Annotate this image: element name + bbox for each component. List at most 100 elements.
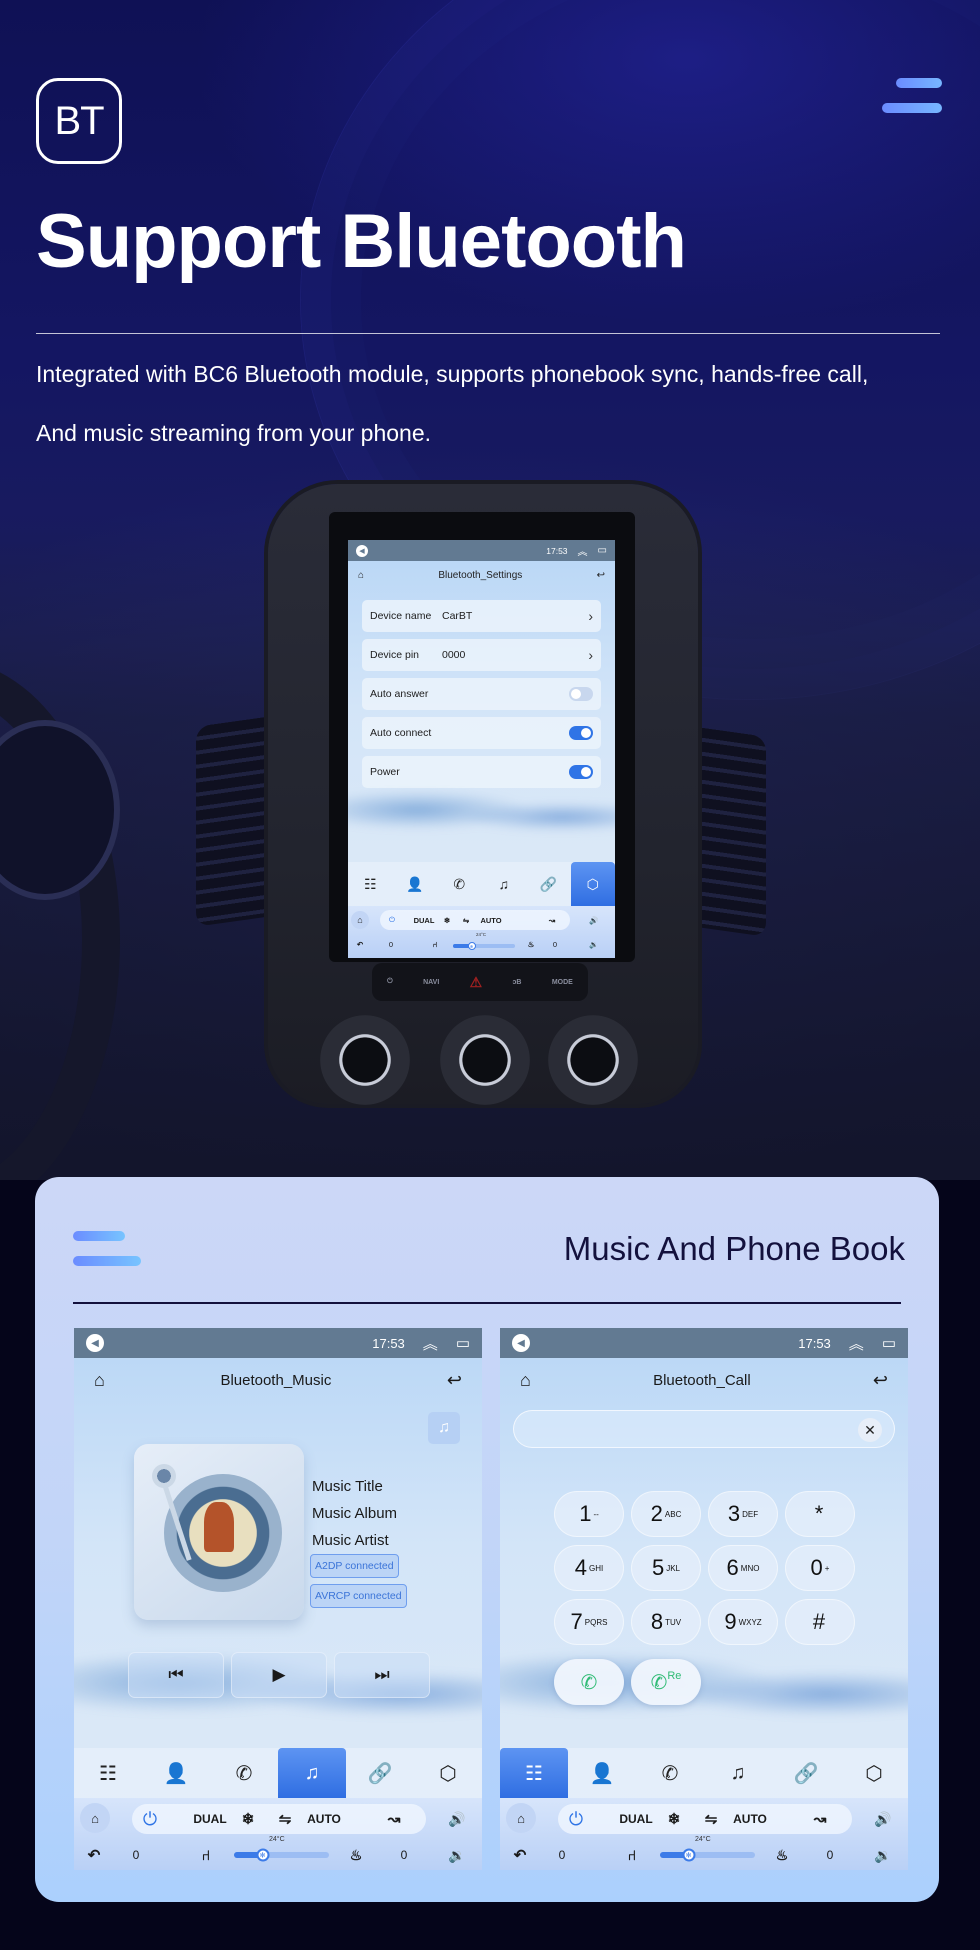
nav-settings[interactable]: ⬡ bbox=[840, 1748, 908, 1798]
nav-phone[interactable]: ✆ bbox=[636, 1748, 704, 1798]
climate-knob-right[interactable] bbox=[548, 1015, 638, 1105]
volume-down-icon[interactable]: 🔉 bbox=[870, 1840, 896, 1870]
recent-apps-icon[interactable]: ▭ bbox=[598, 545, 607, 556]
return-icon[interactable]: ↩ bbox=[597, 570, 605, 581]
back-icon[interactable]: ◀ bbox=[512, 1334, 530, 1352]
dual-button[interactable]: DUAL bbox=[616, 1804, 656, 1834]
chevron-up-double-icon[interactable]: ︽ bbox=[849, 1333, 864, 1354]
return-icon[interactable]: ↩ bbox=[447, 1370, 462, 1391]
nav-contacts[interactable]: 👤 bbox=[142, 1748, 210, 1798]
key-8[interactable]: 8 TUV bbox=[631, 1599, 701, 1645]
key-6[interactable]: 6 MNO bbox=[708, 1545, 778, 1591]
setting-device-name[interactable]: Device name CarBT › bbox=[362, 600, 601, 632]
music-source-button[interactable]: ♫ bbox=[428, 1412, 460, 1444]
nav-apps[interactable]: ☷ bbox=[74, 1748, 142, 1798]
climate-knob-center[interactable] bbox=[440, 1015, 530, 1105]
key-7[interactable]: 7 PQRS bbox=[554, 1599, 624, 1645]
next-track-button[interactable]: ⏭ bbox=[334, 1652, 430, 1698]
play-button[interactable]: ▶ bbox=[231, 1652, 327, 1698]
fan-icon[interactable]: ✻ bbox=[682, 1848, 695, 1862]
airflow-icon[interactable]: ↝ bbox=[382, 1804, 406, 1834]
auto-button[interactable]: AUTO bbox=[730, 1804, 770, 1834]
ac-power-icon[interactable]: ⏻ bbox=[138, 1804, 162, 1834]
nav-music[interactable]: ♫ bbox=[704, 1748, 772, 1798]
hw-power-button[interactable]: ⏻ bbox=[387, 978, 393, 986]
nav-contacts[interactable]: 👤 bbox=[568, 1748, 636, 1798]
auto-connect-toggle[interactable] bbox=[569, 726, 593, 740]
nav-settings[interactable]: ⬡ bbox=[570, 862, 615, 906]
dual-button[interactable]: DUAL bbox=[410, 910, 438, 930]
hazard-button[interactable]: ⚠ bbox=[470, 974, 483, 991]
key-hash[interactable]: # bbox=[785, 1599, 855, 1645]
hw-bt-button[interactable]: ↄB bbox=[513, 979, 522, 986]
clear-icon[interactable]: ✕ bbox=[858, 1418, 882, 1442]
nav-contacts[interactable]: 👤 bbox=[393, 862, 438, 906]
nav-apps[interactable]: ☷ bbox=[348, 862, 393, 906]
back-arrow-icon[interactable]: ↶ bbox=[351, 934, 369, 954]
seat-icon[interactable]: ⑁ bbox=[428, 934, 442, 954]
home-button[interactable]: ⌂ bbox=[80, 1803, 110, 1833]
snowflake-icon[interactable]: ❄ bbox=[238, 1804, 258, 1834]
seat-icon[interactable]: ⑁ bbox=[622, 1840, 642, 1870]
nav-link[interactable]: 🔗 bbox=[526, 862, 571, 906]
volume-up-icon[interactable]: 🔊 bbox=[586, 910, 602, 930]
auto-button[interactable]: AUTO bbox=[478, 910, 504, 930]
home-icon[interactable]: ⌂ bbox=[358, 570, 364, 581]
nav-music[interactable]: ♫ bbox=[482, 862, 527, 906]
recirculation-icon[interactable]: ⇋ bbox=[696, 1804, 726, 1834]
setting-device-pin[interactable]: Device pin 0000 › bbox=[362, 639, 601, 671]
back-arrow-icon[interactable]: ↶ bbox=[82, 1840, 106, 1870]
recent-apps-icon[interactable]: ▭ bbox=[882, 1334, 896, 1352]
back-icon[interactable]: ◀ bbox=[86, 1334, 104, 1352]
hw-navi-button[interactable]: NAVI bbox=[423, 979, 439, 986]
fan-speed-slider[interactable]: ✻ bbox=[660, 1848, 755, 1862]
home-icon[interactable]: ⌂ bbox=[94, 1370, 105, 1391]
home-button[interactable]: ⌂ bbox=[506, 1803, 536, 1833]
snowflake-icon[interactable]: ❄ bbox=[664, 1804, 684, 1834]
hw-mode-button[interactable]: MODE bbox=[552, 979, 573, 986]
volume-down-icon[interactable]: 🔉 bbox=[444, 1840, 470, 1870]
ac-power-icon[interactable]: ⏻ bbox=[384, 910, 400, 930]
redial-button[interactable]: ✆ Re bbox=[631, 1659, 701, 1705]
key-0[interactable]: 0 + bbox=[785, 1545, 855, 1591]
fan-icon[interactable]: ✻ bbox=[467, 942, 476, 950]
nav-music[interactable]: ♫ bbox=[278, 1748, 346, 1798]
ac-power-icon[interactable]: ⏻ bbox=[564, 1804, 588, 1834]
back-icon[interactable]: ◀ bbox=[356, 544, 368, 557]
key-3[interactable]: 3 DEF bbox=[708, 1491, 778, 1537]
airflow-icon[interactable]: ↝ bbox=[544, 910, 560, 930]
nav-settings[interactable]: ⬡ bbox=[414, 1748, 482, 1798]
recent-apps-icon[interactable]: ▭ bbox=[456, 1334, 470, 1352]
fan-speed-slider[interactable]: ✻ bbox=[453, 942, 515, 950]
fan-speed-slider[interactable]: ✻ bbox=[234, 1848, 329, 1862]
recirculation-icon[interactable]: ⇋ bbox=[456, 910, 476, 930]
chevron-up-double-icon[interactable]: ︽ bbox=[423, 1333, 438, 1354]
seat-heat-icon[interactable]: ♨ bbox=[772, 1840, 792, 1870]
fan-icon[interactable]: ✻ bbox=[256, 1848, 269, 1862]
key-4[interactable]: 4 GHI bbox=[554, 1545, 624, 1591]
nav-link[interactable]: 🔗 bbox=[772, 1748, 840, 1798]
nav-link[interactable]: 🔗 bbox=[346, 1748, 414, 1798]
phone-number-input[interactable]: ✕ bbox=[513, 1410, 895, 1448]
key-1[interactable]: 1 -- bbox=[554, 1491, 624, 1537]
snowflake-icon[interactable]: ❄ bbox=[440, 910, 454, 930]
call-button[interactable]: ✆ bbox=[554, 1659, 624, 1705]
menu-icon[interactable] bbox=[882, 78, 942, 114]
dual-button[interactable]: DUAL bbox=[190, 1804, 230, 1834]
back-arrow-icon[interactable]: ↶ bbox=[508, 1840, 532, 1870]
nav-phone[interactable]: ✆ bbox=[437, 862, 482, 906]
climate-knob-left[interactable] bbox=[320, 1015, 410, 1105]
return-icon[interactable]: ↩ bbox=[873, 1370, 888, 1391]
volume-up-icon[interactable]: 🔊 bbox=[870, 1804, 896, 1834]
recirculation-icon[interactable]: ⇋ bbox=[270, 1804, 300, 1834]
seat-heat-icon[interactable]: ♨ bbox=[524, 934, 538, 954]
key-2[interactable]: 2 ABC bbox=[631, 1491, 701, 1537]
chevron-up-double-icon[interactable]: ︽ bbox=[578, 543, 588, 558]
volume-up-icon[interactable]: 🔊 bbox=[444, 1804, 470, 1834]
auto-button[interactable]: AUTO bbox=[304, 1804, 344, 1834]
auto-answer-toggle[interactable] bbox=[569, 687, 593, 701]
nav-phone[interactable]: ✆ bbox=[210, 1748, 278, 1798]
key-5[interactable]: 5 JKL bbox=[631, 1545, 701, 1591]
key-star[interactable]: * bbox=[785, 1491, 855, 1537]
airflow-icon[interactable]: ↝ bbox=[808, 1804, 832, 1834]
